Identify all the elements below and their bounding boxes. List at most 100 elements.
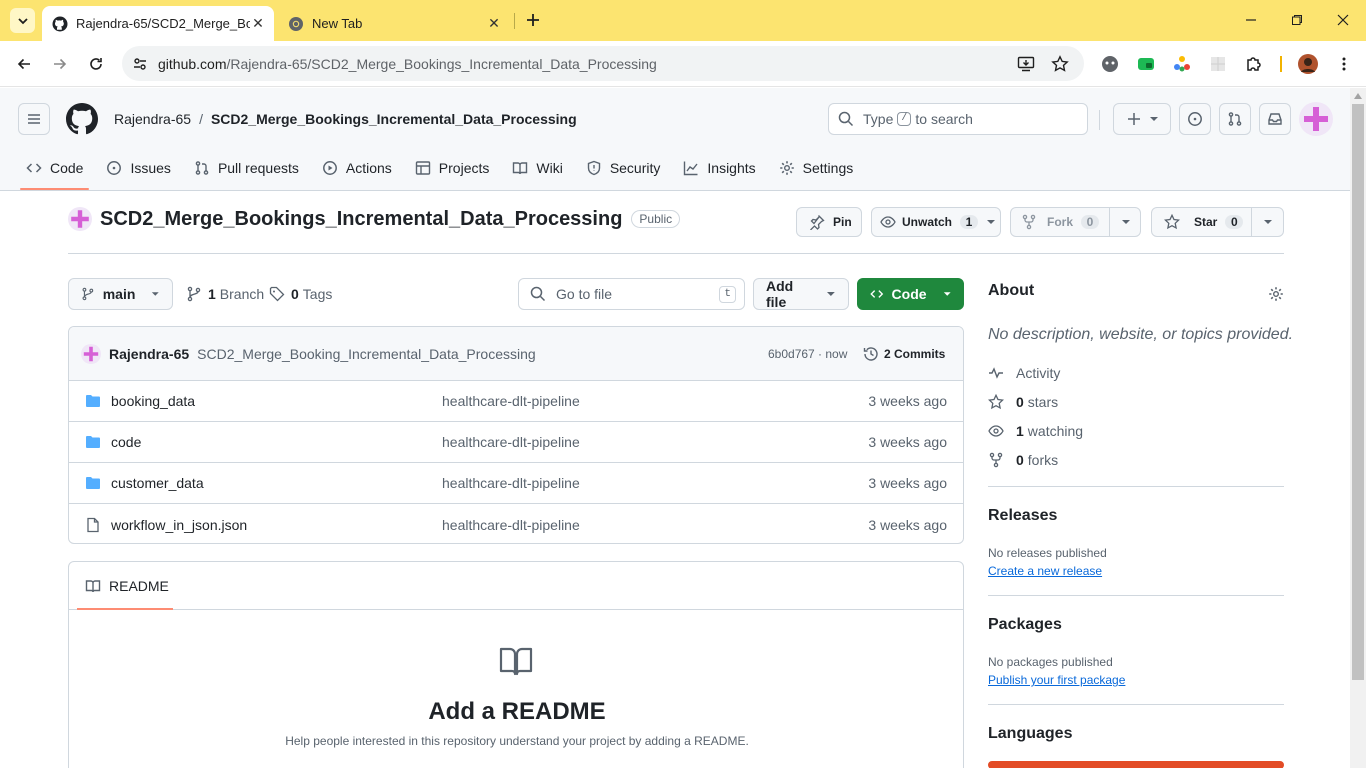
file-icon [87,517,99,532]
tab-issues[interactable]: Issues [98,148,178,188]
tab-search-button[interactable] [10,8,35,33]
add-file-button[interactable]: Add file [753,278,849,310]
issues-button[interactable] [1179,103,1211,135]
activity-link[interactable]: Activity [988,365,1060,381]
commit-message[interactable]: SCD2_Merge_Booking_Incremental_Data_Proc… [197,346,536,362]
tag-icon [269,286,285,302]
inbox-button[interactable] [1259,103,1291,135]
tags-link[interactable]: 0 Tags [269,286,332,302]
profile-extension-button[interactable] [1097,51,1123,77]
browser-tab-newtab[interactable]: New Tab ✕ [280,6,510,41]
scroll-up-arrow-icon[interactable] [1354,93,1362,99]
file-commit-message[interactable]: healthcare-dlt-pipeline [442,475,580,491]
tab-settings[interactable]: Settings [771,148,862,188]
issue-icon [107,161,122,175]
close-window-button[interactable] [1331,8,1355,32]
extensions-menu-button[interactable] [1241,51,1267,77]
file-row[interactable]: customer_data healthcare-dlt-pipeline 3 … [69,463,963,504]
file-commit-message[interactable]: healthcare-dlt-pipeline [442,393,580,409]
browser-menu-button[interactable] [1331,51,1357,77]
profile-button[interactable] [1295,51,1321,77]
search-shortcut-key: / [897,112,912,126]
repo-name[interactable]: SCD2_Merge_Bookings_Incremental_Data_Pro… [100,208,622,231]
file-name[interactable]: code [111,434,141,450]
packages-title[interactable]: Packages [988,616,1062,634]
commit-author-avatar[interactable] [81,343,101,364]
tab-pull-requests[interactable]: Pull requests [186,148,307,188]
history-icon [863,346,878,361]
browser-tab-active[interactable]: Rajendra-65/SCD2_Merge_Bookings_Incremen… [42,6,274,41]
star-button[interactable]: Star 0 [1151,207,1284,237]
tab-code[interactable]: Code [18,148,91,190]
caret-down-icon[interactable] [1263,217,1273,227]
new-tab-button[interactable] [521,8,545,32]
page-scrollbar[interactable] [1350,88,1366,768]
github-logo-link[interactable] [66,103,98,135]
close-tab-icon[interactable]: ✕ [486,15,502,32]
commits-link[interactable]: 2 Commits [863,346,945,362]
extension-button[interactable] [1205,51,1231,77]
shield-icon [587,160,601,176]
header-divider [1099,110,1100,130]
fork-button[interactable]: Fork 0 [1010,207,1141,237]
branch-selector[interactable]: main [68,278,173,310]
file-name[interactable]: booking_data [111,393,195,409]
commit-author[interactable]: Rajendra-65 [109,346,189,362]
bookmark-star-icon[interactable] [1051,55,1069,73]
pin-button[interactable]: Pin [796,207,862,237]
go-to-file-input[interactable]: Go to file t [518,278,745,310]
publish-package-link[interactable]: Publish your first package [988,673,1125,687]
extension-button[interactable] [1133,51,1159,77]
tab-wiki[interactable]: Wiki [504,148,570,188]
file-commit-message[interactable]: healthcare-dlt-pipeline [442,517,580,533]
minimize-button[interactable] [1239,8,1263,32]
user-avatar[interactable] [1299,102,1333,136]
back-button[interactable] [11,51,37,77]
readme-tab[interactable]: README [85,578,169,594]
file-row[interactable]: booking_data healthcare-dlt-pipeline 3 w… [69,381,963,422]
site-info-icon[interactable] [132,56,148,72]
pull-requests-button[interactable] [1219,103,1251,135]
repo-owner-avatar[interactable] [68,207,92,231]
scrollbar-thumb[interactable] [1352,104,1364,680]
branches-link[interactable]: 1 Branch [186,286,264,302]
commit-sha-time[interactable]: 6b0d767 · now [768,347,847,361]
tab-security[interactable]: Security [578,148,669,188]
watching-link[interactable]: 1 watching [988,423,1083,439]
install-app-icon[interactable] [1017,55,1035,73]
reload-button[interactable] [83,51,109,77]
tab-label: Projects [438,160,490,176]
restore-button[interactable] [1285,8,1309,32]
tab-projects[interactable]: Projects [407,148,498,188]
create-release-link[interactable]: Create a new release [988,564,1102,578]
file-name[interactable]: customer_data [111,475,204,491]
caret-down-icon[interactable] [1121,217,1131,227]
tab-label: Insights [707,160,756,176]
eye-icon [880,216,896,228]
gear-icon[interactable] [1268,286,1284,302]
tab-insights[interactable]: Insights [675,148,763,188]
search-input[interactable]: Type / to search [828,103,1088,135]
close-tab-icon[interactable]: ✕ [250,15,266,32]
hamburger-menu-button[interactable] [18,103,50,135]
tab-label: Security [609,160,661,176]
extension-button[interactable] [1169,51,1195,77]
file-commit-message[interactable]: healthcare-dlt-pipeline [442,434,580,450]
releases-title[interactable]: Releases [988,507,1057,525]
fork-label: Fork [1047,215,1074,229]
folder-icon [86,436,100,448]
file-row[interactable]: workflow_in_json.json healthcare-dlt-pip… [69,504,963,543]
sidebar-divider [988,595,1284,596]
repo-link[interactable]: SCD2_Merge_Bookings_Incremental_Data_Pro… [211,111,577,127]
address-bar[interactable]: github.com/Rajendra-65/SCD2_Merge_Bookin… [122,46,1084,81]
forward-button[interactable] [47,51,73,77]
file-name[interactable]: workflow_in_json.json [111,517,247,533]
code-button[interactable]: Code [857,278,964,310]
file-row[interactable]: code healthcare-dlt-pipeline 3 weeks ago [69,422,963,463]
watch-button[interactable]: Unwatch 1 [871,207,1001,237]
stars-link[interactable]: 0 stars [988,394,1058,410]
forks-link[interactable]: 0 forks [988,452,1058,468]
owner-link[interactable]: Rajendra-65 [114,111,191,127]
create-new-button[interactable] [1113,103,1171,135]
tab-actions[interactable]: Actions [314,148,400,188]
